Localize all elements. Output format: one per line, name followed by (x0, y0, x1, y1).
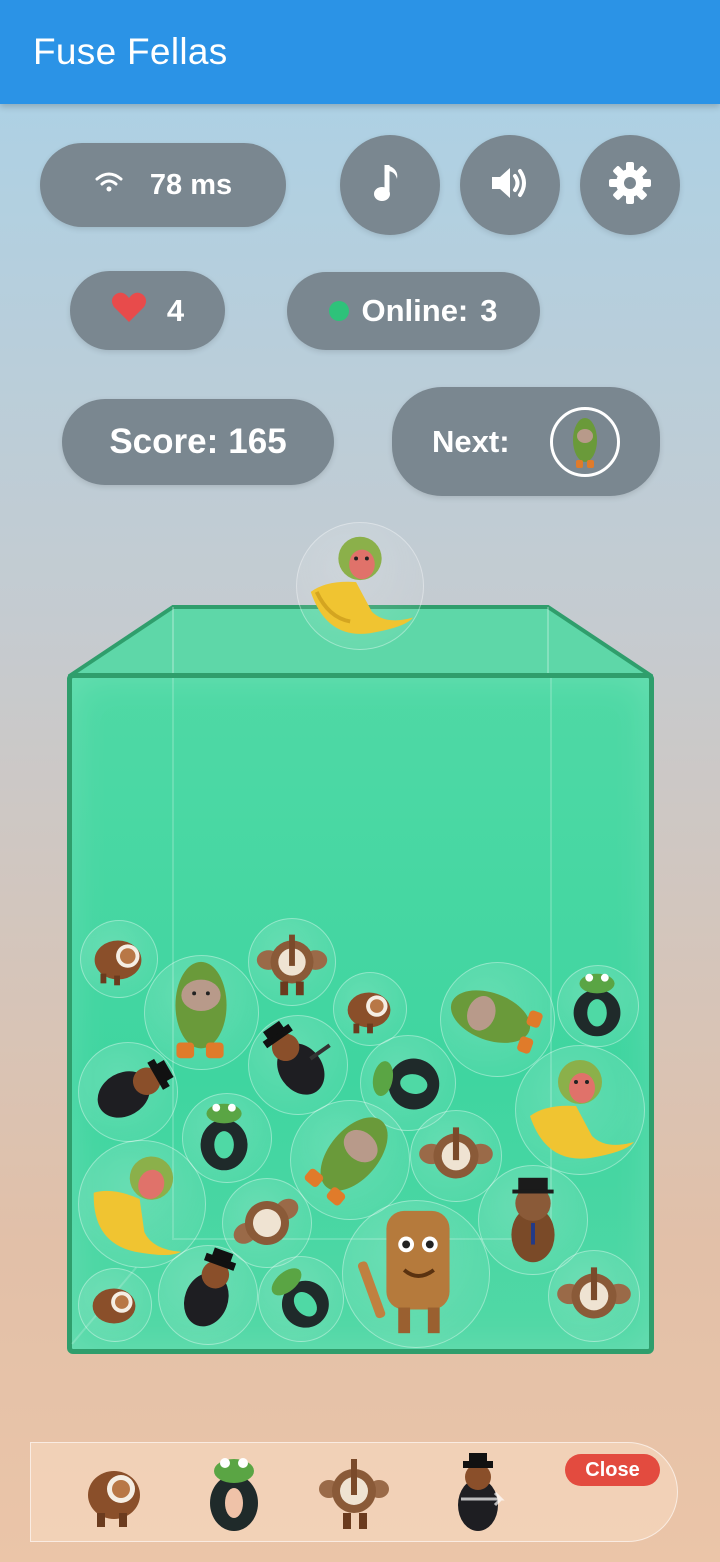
next-label: Next: (432, 423, 510, 459)
tray-item[interactable] (443, 1451, 513, 1535)
game-piece (78, 1268, 152, 1342)
wooden-plank-icon (357, 1210, 450, 1334)
game-piece (78, 1042, 178, 1142)
cactus-hippo-icon (573, 418, 597, 468)
gear-icon (607, 160, 653, 211)
ping-indicator: 78 ms (40, 143, 286, 227)
tray-item[interactable] (199, 1451, 269, 1535)
game-piece (258, 1256, 344, 1342)
wifi-icon (94, 169, 124, 202)
heart-icon (111, 291, 147, 331)
game-piece (548, 1250, 640, 1342)
tray-item[interactable] (319, 1451, 389, 1535)
game-piece (342, 1200, 490, 1348)
game-piece (248, 918, 336, 1006)
game-piece (158, 1245, 258, 1345)
gangster-capybara-icon (97, 1058, 174, 1118)
next-piece-display: Next: (392, 387, 660, 496)
app-title: Fuse Fellas (33, 31, 228, 72)
elephant-coconut-icon (557, 1267, 631, 1319)
music-note-icon (373, 161, 407, 210)
online-count: 3 (480, 293, 498, 328)
lives-count: 4 (166, 292, 185, 328)
online-label: Online: (361, 293, 469, 328)
speaker-icon (488, 163, 532, 208)
game-piece (515, 1045, 645, 1175)
frog-tire-icon (271, 1268, 329, 1328)
next-piece-preview (550, 407, 620, 477)
game-piece (557, 965, 639, 1047)
current-piece[interactable] (296, 522, 424, 650)
lives-indicator: 4 (70, 271, 225, 350)
capybara-coconut-icon (88, 1471, 140, 1527)
elephant-coconut-icon (319, 1459, 389, 1529)
monkey-banana-icon (310, 536, 414, 634)
music-button[interactable] (340, 135, 440, 235)
ping-value: 78 ms (149, 168, 233, 201)
monkey-banana-icon (530, 1060, 634, 1159)
sound-button[interactable] (460, 135, 560, 235)
close-button[interactable]: Close (565, 1454, 660, 1486)
frog-tire-icon (573, 973, 621, 1037)
online-status-dot (329, 301, 350, 321)
frog-tire-icon (210, 1458, 258, 1531)
score-label: Score: (109, 422, 219, 461)
score-display: Score: 165 (62, 399, 334, 485)
elephant-coconut-icon (256, 934, 328, 996)
tray-item[interactable] (79, 1451, 149, 1535)
online-indicator: Online: 3 (287, 272, 540, 350)
score-value: 165 (228, 422, 287, 461)
app-bar: Fuse Fellas (0, 0, 720, 104)
capybara-coconut-icon (92, 1288, 136, 1324)
settings-button[interactable] (580, 135, 680, 235)
gangster-capybara-icon (458, 1453, 505, 1531)
gangster-capybara-icon (183, 1247, 237, 1327)
